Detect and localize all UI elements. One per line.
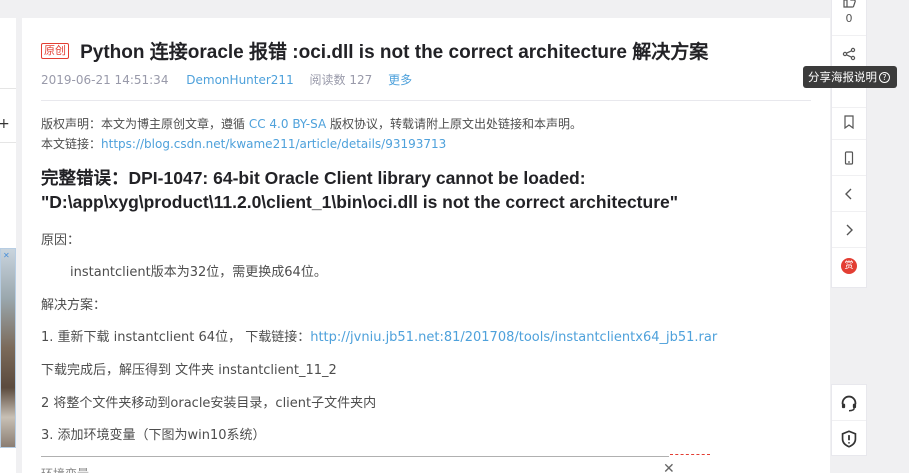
- env-var-window-image: 环境变量 ✕: [41, 456, 675, 473]
- publish-date: 2019-06-21 14:51:34: [41, 73, 169, 87]
- divider: [0, 142, 16, 143]
- help-icon: ?: [879, 72, 890, 83]
- more-link[interactable]: 更多: [388, 73, 412, 87]
- download-link[interactable]: http://jvniu.jb51.net:81/201708/tools/in…: [310, 330, 717, 345]
- right-toolbar: 0 赏: [831, 0, 867, 288]
- like-button[interactable]: 0: [832, 0, 866, 36]
- side-ad-image[interactable]: ✕: [0, 248, 16, 448]
- customer-service-button[interactable]: [832, 385, 866, 421]
- article-title: Python 连接oracle 报错 :oci.dll is not the c…: [80, 42, 709, 63]
- headset-icon: [841, 395, 857, 411]
- report-button[interactable]: [832, 421, 866, 457]
- copyright-notice: 版权声明：本文为博主原创文章，遵循 CC 4.0 BY-SA 版权协议，转载请附…: [41, 114, 582, 154]
- copyright-suffix: 版权协议，转载请附上原文出处链接和本声明。: [330, 117, 583, 131]
- cause-text: instantclient版本为32位，需更换成64位。: [70, 265, 327, 280]
- step2-text: 2 将整个文件夹移动到oracle安装目录，client子文件夹内: [41, 396, 377, 411]
- article-link-label: 本文链接：: [41, 137, 102, 151]
- shield-icon: [841, 430, 857, 448]
- right-toolbar-bottom: [831, 384, 867, 456]
- divider: [0, 88, 16, 89]
- original-badge: 原创: [41, 42, 69, 59]
- like-count: 0: [845, 12, 853, 25]
- ad-close-icon[interactable]: ✕: [3, 251, 10, 260]
- reward-button[interactable]: 赏: [832, 248, 866, 284]
- add-icon[interactable]: +: [0, 116, 10, 132]
- share-icon: [842, 47, 856, 60]
- bookmark-button[interactable]: [832, 104, 866, 140]
- error-heading: 完整错误：DPI-1047: 64-bit Oracle Client libr…: [41, 166, 801, 214]
- solution-label: 解决方案：: [41, 298, 107, 313]
- error-heading-line1: 完整错误：DPI-1047: 64-bit Oracle Client libr…: [41, 168, 586, 188]
- env-var-window-title: 环境变量: [41, 465, 89, 473]
- step1-text: 1. 重新下载 instantclient 64位， 下载链接：: [41, 330, 311, 345]
- bookmark-icon: [844, 114, 854, 129]
- divider: [41, 100, 811, 101]
- reward-icon: 赏: [841, 258, 857, 274]
- article-meta: 2019-06-21 14:51:34 DemonHunter211 阅读数 1…: [41, 71, 424, 88]
- previous-article-button[interactable]: [832, 176, 866, 212]
- copyright-prefix: 版权声明：本文为博主原创文章，遵循: [41, 117, 246, 131]
- title-row: 原创 Python 连接oracle 报错 :oci.dll is not th…: [41, 37, 801, 65]
- cause-label: 原因：: [41, 233, 81, 248]
- top-header-strip: [0, 0, 909, 14]
- article-link[interactable]: https://blog.csdn.net/kwame211/article/d…: [101, 137, 446, 151]
- mobile-button[interactable]: [832, 140, 866, 176]
- license-link[interactable]: CC 4.0 BY-SA: [249, 117, 326, 131]
- chevron-right-icon: [846, 224, 853, 235]
- tooltip-text: 分享海报说明: [808, 70, 877, 84]
- article-card: 原创 Python 连接oracle 报错 :oci.dll is not th…: [22, 18, 830, 473]
- decorative-line: [670, 454, 710, 456]
- error-heading-line2: "D:\app\xyg\product\11.2.0\client_1\bin\…: [41, 192, 679, 212]
- mobile-phone-icon: [844, 150, 854, 165]
- read-count: 阅读数 127: [309, 73, 373, 87]
- share-poster-tooltip: 分享海报说明?: [803, 66, 897, 88]
- step1: 1. 重新下载 instantclient 64位， 下载链接：http://j…: [41, 326, 717, 345]
- step1b-text: 下载完成后，解压得到 文件夹 instantclient_11_2: [41, 363, 337, 378]
- next-article-button[interactable]: [832, 212, 866, 248]
- step3-text: 3. 添加环境变量（下图为win10系统）: [41, 428, 266, 443]
- thumbs-up-icon: [843, 0, 856, 8]
- author-link[interactable]: DemonHunter211: [186, 73, 293, 87]
- close-icon: ✕: [663, 461, 675, 473]
- chevron-left-icon: [845, 188, 852, 199]
